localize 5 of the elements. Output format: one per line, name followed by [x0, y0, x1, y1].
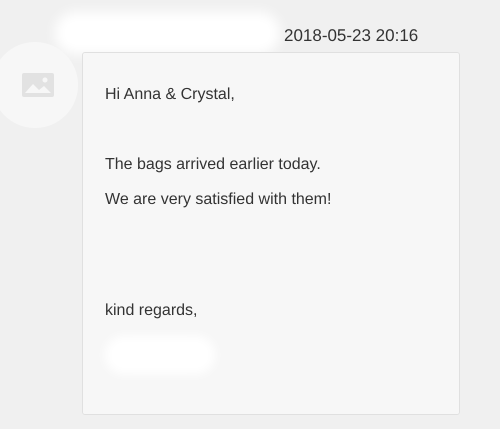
- message-line: We are very satisfied with them!: [105, 190, 332, 210]
- closing-text: kind regards,: [105, 301, 198, 321]
- timestamp: 2018-05-23 20:16: [284, 25, 418, 47]
- message-line: The bags arrived earlier today.: [105, 155, 321, 175]
- greeting-text: Hi Anna & Crystal,: [105, 85, 235, 105]
